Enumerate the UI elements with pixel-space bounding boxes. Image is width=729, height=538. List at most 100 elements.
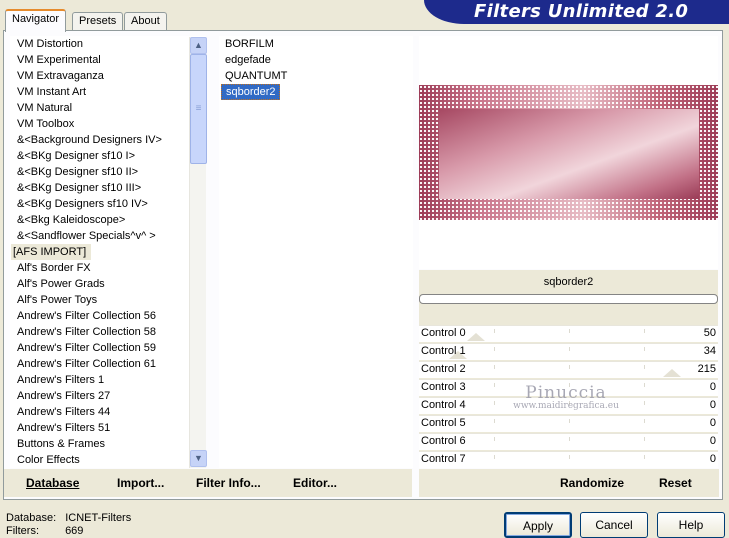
control-slider[interactable]: Control 5 0 bbox=[419, 415, 718, 432]
category-item[interactable]: &<Bkg Kaleidoscope> bbox=[11, 212, 187, 228]
slider-thumb-icon[interactable] bbox=[663, 369, 681, 377]
preview-filter-name: sqborder2 bbox=[543, 276, 594, 288]
control-label: Control 7 bbox=[421, 453, 466, 465]
slider-tick bbox=[494, 329, 495, 333]
control-slider[interactable]: Control 1 34 bbox=[419, 343, 718, 360]
category-item[interactable]: &<BKg Designer sf10 II> bbox=[11, 164, 187, 180]
slider-tick bbox=[644, 329, 645, 333]
category-item[interactable]: &<BKg Designer sf10 I> bbox=[11, 148, 187, 164]
filter-info-button[interactable]: Filter Info... bbox=[196, 476, 261, 490]
category-item[interactable]: Color Effects bbox=[11, 452, 187, 468]
slider-thumb-icon[interactable] bbox=[467, 333, 485, 341]
reset-button[interactable]: Reset bbox=[659, 476, 692, 490]
control-slider[interactable]: Control 2 215 bbox=[419, 361, 718, 378]
category-item[interactable]: Buttons & Frames bbox=[11, 436, 187, 452]
control-slider[interactable]: Control 0 50 bbox=[419, 325, 718, 342]
category-item[interactable]: VM Toolbox bbox=[11, 116, 187, 132]
help-button[interactable]: Help bbox=[657, 512, 725, 538]
control-value: 0 bbox=[709, 381, 716, 393]
slider-tick bbox=[494, 401, 495, 405]
database-button[interactable]: Database bbox=[26, 476, 79, 490]
slider-tick bbox=[569, 329, 570, 333]
editor-button[interactable]: Editor... bbox=[293, 476, 337, 490]
control-value: 0 bbox=[709, 453, 716, 465]
category-item[interactable]: Alf's Power Toys bbox=[11, 292, 187, 308]
filter-list[interactable]: BORFILM edgefade QUANTUMT sqborder2 bbox=[221, 36, 411, 100]
category-item[interactable]: Alf's Border FX bbox=[11, 260, 187, 276]
slider-tick bbox=[494, 347, 495, 351]
filter-item[interactable]: sqborder2 bbox=[221, 84, 280, 100]
slider-tick bbox=[494, 383, 495, 387]
slider-tick bbox=[494, 437, 495, 441]
cancel-button[interactable]: Cancel bbox=[580, 512, 648, 538]
slider-tick bbox=[569, 365, 570, 369]
category-item[interactable]: &<BKg Designer sf10 III> bbox=[11, 180, 187, 196]
category-item[interactable]: VM Extravaganza bbox=[11, 68, 187, 84]
slider-tick bbox=[494, 455, 495, 459]
category-item[interactable]: VM Natural bbox=[11, 100, 187, 116]
filters-info-label: Filters: bbox=[6, 525, 39, 537]
category-item[interactable]: Andrew's Filters 27 bbox=[11, 388, 187, 404]
preview-pane bbox=[419, 36, 718, 269]
category-item[interactable]: Andrew's Filter Collection 56 bbox=[11, 308, 187, 324]
control-value: 215 bbox=[697, 363, 716, 375]
preview-image-inner bbox=[439, 109, 699, 199]
scroll-thumb[interactable]: ≡ bbox=[190, 54, 207, 164]
category-item[interactable]: [AFS IMPORT] bbox=[11, 244, 91, 260]
category-item[interactable]: VM Instant Art bbox=[11, 84, 187, 100]
control-label: Control 0 bbox=[421, 327, 466, 339]
slider-tick bbox=[494, 365, 495, 369]
slider-tick bbox=[494, 419, 495, 423]
category-list[interactable]: VM Distortion VM Experimental VM Extravaga… bbox=[11, 36, 187, 468]
category-item[interactable]: Andrew's Filters 44 bbox=[11, 404, 187, 420]
apply-button[interactable]: Apply bbox=[504, 512, 572, 538]
filters-info-value: 669 bbox=[65, 525, 84, 537]
database-info-value: ICNET-Filters bbox=[65, 512, 132, 524]
filter-item[interactable]: QUANTUMT bbox=[221, 68, 290, 84]
watermark-url: www.maidiregrafica.eu bbox=[513, 401, 619, 411]
control-value: 34 bbox=[703, 345, 716, 357]
category-item[interactable]: Alf's Power Grads bbox=[11, 276, 187, 292]
category-scrollbar[interactable]: ▲ ≡ ▼ bbox=[189, 37, 207, 468]
import-button[interactable]: Import... bbox=[117, 476, 164, 490]
category-item[interactable]: Andrew's Filters 51 bbox=[11, 420, 187, 436]
scroll-down-icon[interactable]: ▼ bbox=[190, 450, 207, 467]
randomize-button[interactable]: Randomize bbox=[560, 476, 624, 490]
filters-info: Filters: 669 bbox=[6, 525, 83, 537]
slider-tick bbox=[569, 419, 570, 423]
preview-image bbox=[419, 85, 718, 220]
control-label: Control 3 bbox=[421, 381, 466, 393]
control-slider[interactable]: Control 6 0 bbox=[419, 433, 718, 450]
category-item[interactable]: &<BKg Designers sf10 IV> bbox=[11, 196, 187, 212]
slider-tick bbox=[569, 437, 570, 441]
control-label: Control 2 bbox=[421, 363, 466, 375]
tab-about[interactable]: About bbox=[124, 12, 167, 31]
category-item[interactable]: VM Distortion bbox=[11, 36, 187, 52]
tab-presets[interactable]: Presets bbox=[72, 12, 124, 31]
control-label: Control 5 bbox=[421, 417, 466, 429]
category-item[interactable]: &<Background Designers IV> bbox=[11, 132, 187, 148]
category-item[interactable]: Andrew's Filter Collection 58 bbox=[11, 324, 187, 340]
watermark-name: Pinuccia bbox=[525, 383, 607, 403]
database-info: Database: ICNET-Filters bbox=[6, 512, 131, 524]
slider-tick bbox=[644, 365, 645, 369]
filter-item[interactable]: edgefade bbox=[221, 52, 274, 68]
slider-tick bbox=[644, 419, 645, 423]
tab-navigator[interactable]: Navigator bbox=[5, 9, 67, 32]
control-value: 50 bbox=[703, 327, 716, 339]
control-slider[interactable]: Control 7 0 bbox=[419, 451, 718, 468]
slider-tick bbox=[569, 455, 570, 459]
filter-item[interactable]: BORFILM bbox=[221, 36, 277, 52]
category-item[interactable]: &<Sandflower Specials^v^ > bbox=[11, 228, 187, 244]
category-item[interactable]: Andrew's Filters 1 bbox=[11, 372, 187, 388]
category-item[interactable]: Andrew's Filter Collection 61 bbox=[11, 356, 187, 372]
slider-tick bbox=[644, 383, 645, 387]
filter-list-panel bbox=[219, 36, 413, 468]
control-label: Control 4 bbox=[421, 399, 466, 411]
scroll-up-icon[interactable]: ▲ bbox=[190, 37, 207, 54]
category-item[interactable]: Andrew's Filter Collection 59 bbox=[11, 340, 187, 356]
control-value: 0 bbox=[709, 417, 716, 429]
database-info-label: Database: bbox=[6, 512, 57, 524]
control-value: 0 bbox=[709, 435, 716, 447]
category-item[interactable]: VM Experimental bbox=[11, 52, 187, 68]
